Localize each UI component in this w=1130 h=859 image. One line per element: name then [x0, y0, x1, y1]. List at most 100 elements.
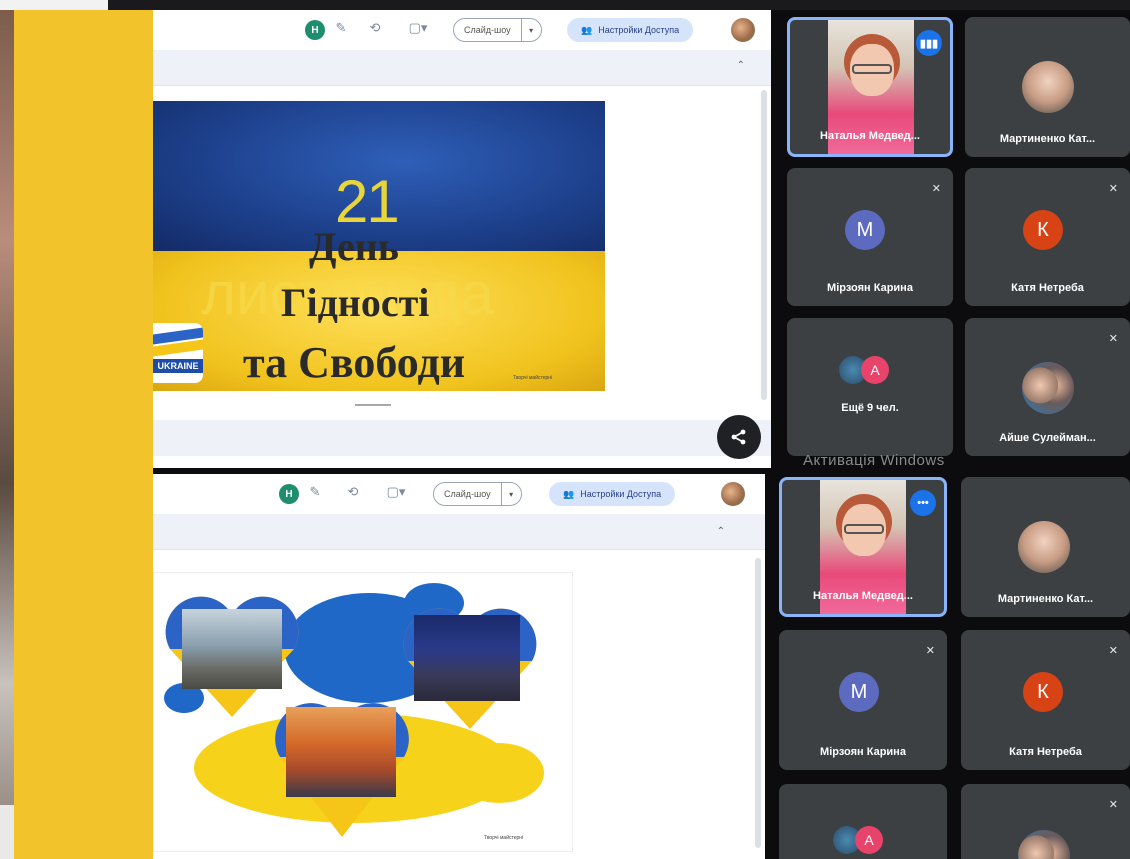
more-participants-text: Ещё 9 чел. — [841, 402, 899, 414]
left-photo-strip — [0, 0, 14, 805]
screen-root: Н ✎ ⟲ ▢▾ Слайд-шоу ▾ 👥 Настройки Доступа… — [0, 0, 1130, 859]
participant-name: Мартиненко Кат... — [999, 133, 1096, 145]
access-settings-label: Настройки Доступа — [598, 25, 680, 35]
mic-off-icon: ✕ — [1108, 183, 1118, 195]
heart-photo-fire — [272, 691, 412, 841]
participant-tile-martynenko-2[interactable]: Мартиненко Кат... — [961, 477, 1130, 617]
audio-level-icon: ▮▮▮ — [916, 30, 942, 56]
meet-icon[interactable]: ▢▾ — [403, 18, 433, 38]
photo-crowd-flags — [414, 615, 520, 701]
access-settings-button-2[interactable]: 👥 Настройки Доступа — [549, 482, 676, 506]
participant-name: Наталья Медвед... — [820, 130, 920, 142]
participant-tile-natalya-2[interactable]: ••• Наталья Медвед... — [779, 477, 947, 617]
account-avatar-letter-2: Н — [279, 484, 299, 504]
participant-tile-netreba-2[interactable]: ✕ К Катя Нетреба — [961, 630, 1130, 770]
participant-name: Катя Нетреба — [1011, 282, 1084, 294]
docs-toolbar: Н ✎ ⟲ ▢▾ Слайд-шоу ▾ 👥 Настройки Доступа — [153, 10, 771, 50]
notes-bar — [153, 420, 771, 456]
docs-toolbar-2: Н ✎ ⟲ ▢▾ Слайд-шоу ▾ 👥 Настройки Доступа — [153, 474, 765, 514]
participant-photo — [1018, 521, 1070, 573]
people-icon-2: 👥 — [563, 488, 575, 499]
people-icon: 👥 — [581, 24, 593, 35]
more-options-icon[interactable]: ••• — [910, 490, 936, 516]
participant-photo — [1018, 830, 1070, 859]
top-dark-strip — [108, 0, 1130, 10]
account-avatar-letter: Н — [305, 20, 325, 40]
mic-off-icon: ✕ — [1108, 333, 1118, 345]
participant-tile-mirzoyan[interactable]: ✕ M Мірзоян Карина — [787, 168, 953, 306]
docs-subbar: ⌃ — [153, 50, 771, 86]
user-profile-button-2[interactable] — [721, 482, 745, 506]
top-white-strip — [0, 0, 108, 10]
presentation-pane-bottom: Н ✎ ⟲ ▢▾ Слайд-шоу ▾ 👥 Настройки Доступа… — [153, 474, 765, 859]
yellow-side-panel — [14, 10, 153, 859]
participant-tile-more-2[interactable]: A — [779, 784, 947, 859]
chevron-up-icon[interactable]: ⌃ — [737, 60, 745, 71]
mic-off-icon: ✕ — [925, 645, 935, 657]
slideshow-label: Слайд-шоу — [464, 25, 511, 35]
photo-fire — [286, 707, 396, 797]
participant-name: Мартиненко Кат... — [997, 593, 1094, 605]
vertical-scrollbar[interactable] — [761, 90, 767, 400]
participant-name: Айше Сулейман... — [999, 432, 1096, 444]
ukraine-logo-text: UKRAINE — [153, 359, 203, 373]
slideshow-button-2[interactable]: Слайд-шоу ▾ — [433, 482, 522, 506]
participant-tile-more[interactable]: A Ещё 9 чел. — [787, 318, 953, 456]
history-icon-2[interactable]: ⟲ — [343, 482, 363, 502]
slideshow-label-2: Слайд-шоу — [444, 489, 491, 499]
history-icon[interactable]: ⟲ — [365, 18, 385, 38]
more-participants-avatars-2: A — [833, 824, 897, 856]
photo-monument — [182, 609, 282, 689]
user-profile-picture — [731, 18, 755, 42]
participant-name: Мірзоян Карина — [820, 746, 906, 758]
yellow-splash-right — [454, 743, 544, 803]
resize-handle[interactable] — [355, 404, 391, 406]
participant-avatar: M — [845, 210, 885, 250]
slideshow-dropdown-icon-2[interactable]: ▾ — [500, 483, 521, 505]
slide-title-line2: Гідності — [281, 280, 430, 325]
meet-icon-2[interactable]: ▢▾ — [381, 482, 411, 502]
account-avatar[interactable]: Н — [305, 18, 325, 42]
participant-tile-natalya[interactable]: ▮▮▮ Наталья Медвед... — [787, 17, 953, 157]
participant-avatar: К — [1023, 672, 1063, 712]
participant-name: Наталья Медвед... — [813, 590, 913, 602]
comments-icon[interactable]: ✎ — [331, 18, 351, 38]
participant-photo — [1022, 61, 1074, 113]
participant-name: Катя Нетреба — [1009, 746, 1082, 758]
participant-tile-suleyman-2[interactable]: ✕ — [961, 784, 1130, 859]
slideshow-dropdown-icon[interactable]: ▾ — [520, 19, 541, 41]
participant-tile-mirzoyan-2[interactable]: ✕ M Мірзоян Карина — [779, 630, 947, 770]
vertical-scrollbar-2[interactable] — [755, 558, 761, 848]
windows-activation-watermark: Активація Windows — [803, 452, 945, 469]
slide-credit: Творчі майстерні — [513, 375, 553, 381]
mic-off-icon: ✕ — [1108, 645, 1118, 657]
slide-title-line1: День — [309, 224, 399, 269]
more-participants-avatars: A — [839, 354, 903, 386]
access-settings-label-2: Настройки Доступа — [580, 489, 662, 499]
slide-thumbnail-hearts[interactable]: Творчі майстерні — [153, 572, 573, 852]
slide2-credit: Творчі майстерні — [484, 835, 524, 841]
slide-thumbnail-flag[interactable]: листопада 21 День Гідності та Свободи UK… — [153, 101, 605, 391]
participant-name: Мірзоян Карина — [827, 282, 913, 294]
participant-tile-netreba[interactable]: ✕ К Катя Нетреба — [965, 168, 1130, 306]
ukraine-logo: UKRAINE — [153, 323, 203, 383]
heart-photo-crowd — [400, 603, 540, 733]
participant-avatar: К — [1023, 210, 1063, 250]
chevron-up-icon-2[interactable]: ⌃ — [717, 526, 725, 537]
slide-title-line3: та Свободи — [243, 338, 466, 387]
participant-photo — [1022, 362, 1074, 414]
mic-off-icon: ✕ — [1108, 799, 1118, 811]
participant-tile-martynenko[interactable]: Мартиненко Кат... — [965, 17, 1130, 157]
slideshow-button[interactable]: Слайд-шоу ▾ — [453, 18, 542, 42]
access-settings-button[interactable]: 👥 Настройки Доступа — [567, 18, 694, 42]
mic-off-icon: ✕ — [931, 183, 941, 195]
docs-subbar-2: ⌃ — [153, 514, 765, 550]
comments-icon-2[interactable]: ✎ — [305, 482, 325, 502]
presentation-pane-top: Н ✎ ⟲ ▢▾ Слайд-шоу ▾ 👥 Настройки Доступа… — [153, 10, 771, 468]
left-white-strip — [0, 805, 14, 859]
participant-tile-suleyman[interactable]: ✕ Айше Сулейман... — [965, 318, 1130, 456]
account-avatar-2[interactable]: Н — [279, 482, 299, 506]
user-profile-picture-2 — [721, 482, 745, 506]
share-icon[interactable] — [717, 415, 761, 459]
user-profile-button[interactable] — [731, 18, 755, 42]
